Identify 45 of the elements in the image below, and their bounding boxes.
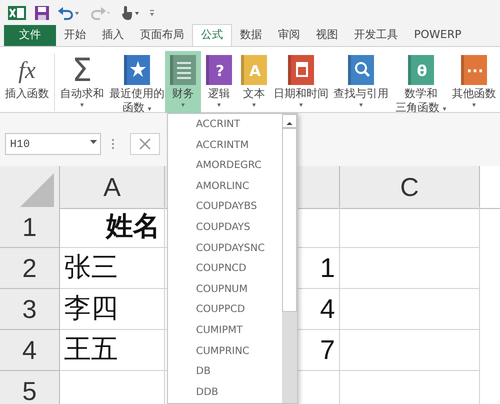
menu-item[interactable]: COUPPCD <box>168 300 281 321</box>
menu-item[interactable]: ACCRINT <box>168 115 281 136</box>
table-cell: 李四 <box>60 289 165 330</box>
ribbon-button[interactable]: fx 插入函数 <box>0 51 54 115</box>
sum-icon: Σ <box>65 53 99 87</box>
ribbon-tab[interactable]: POWERP <box>406 25 470 46</box>
row-header[interactable]: 1 <box>0 207 60 248</box>
menu-item[interactable]: COUPNCD <box>168 259 281 280</box>
ribbon-tab[interactable]: 公式 <box>192 24 232 46</box>
name-box[interactable]: H10 <box>5 133 101 155</box>
row-header[interactable]: 2 <box>0 248 60 289</box>
undo-icon[interactable] <box>58 6 80 20</box>
column-header[interactable]: A <box>60 166 165 209</box>
menu-item[interactable]: AMORLINC <box>168 176 281 198</box>
scroll-up-button[interactable] <box>282 114 297 128</box>
row-header[interactable]: 3 <box>0 289 60 330</box>
column-header[interactable]: C <box>340 166 480 209</box>
ribbon-tab[interactable]: 开发工具 <box>346 25 406 46</box>
ribbon-tab[interactable]: 视图 <box>308 25 346 46</box>
ribbon-tab[interactable]: 审阅 <box>270 25 308 46</box>
scrollbar-track[interactable] <box>282 114 297 403</box>
ribbon-tab[interactable]: 页面布局 <box>132 25 192 46</box>
table-cell: 姓名 <box>60 207 165 248</box>
scroll-thumb[interactable] <box>282 128 297 312</box>
menu-item[interactable]: DDB <box>168 382 281 403</box>
menu-item[interactable]: AMORDEGRC <box>168 156 281 177</box>
spreadsheet-logo-icon[interactable] <box>8 5 26 21</box>
ribbon-tab[interactable]: 插入 <box>94 25 132 46</box>
table-cell: 张三 <box>60 248 165 289</box>
save-icon[interactable] <box>35 6 49 20</box>
touch-mode-icon[interactable] <box>120 5 140 21</box>
menu-item[interactable]: COUPDAYBS <box>168 197 281 218</box>
cancel-button[interactable] <box>130 133 160 155</box>
menu-item[interactable]: COUPDAYS <box>168 218 281 239</box>
function-icon: fx <box>10 53 44 87</box>
menu-item[interactable]: CUMPRINC <box>168 342 281 362</box>
row-header[interactable]: 5 <box>0 371 60 404</box>
row-header[interactable]: 4 <box>0 330 60 371</box>
dropdown-caret-icon[interactable] <box>90 140 97 144</box>
menu-item[interactable]: ACCRINTM <box>168 136 281 156</box>
ribbon-tab[interactable]: 数据 <box>232 25 270 46</box>
customize-icon[interactable] <box>149 8 155 18</box>
file-tab[interactable]: 文件 <box>4 25 56 46</box>
table-cell: 王五 <box>60 330 165 371</box>
ribbon-tab[interactable]: 开始 <box>56 25 94 46</box>
